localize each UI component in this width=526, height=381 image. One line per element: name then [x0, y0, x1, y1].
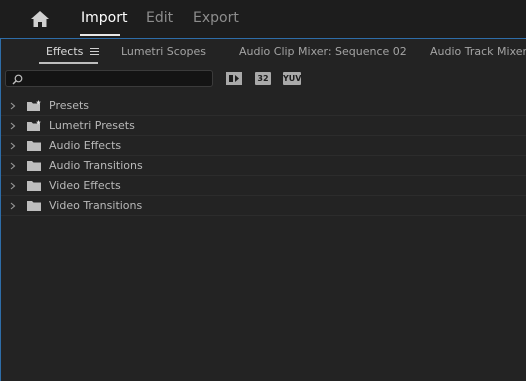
nav-edit[interactable]: Edit	[146, 10, 173, 26]
folder-icon	[27, 201, 41, 211]
tab-audio-clip-mixer[interactable]: Audio Clip Mixer: Sequence 02	[239, 45, 407, 58]
search-input[interactable]	[26, 71, 210, 86]
tree-item-lumetri-presets[interactable]: Lumetri Presets	[1, 116, 526, 136]
chevron-right-icon[interactable]	[10, 162, 16, 170]
top-navigation-bar: Import Edit Export	[0, 0, 526, 38]
effects-toolbar: 32 YUV	[0, 67, 526, 95]
tree-item-label: Video Transitions	[49, 199, 143, 212]
tree-item-video-effects[interactable]: Video Effects	[1, 176, 526, 196]
chevron-right-icon[interactable]	[10, 102, 16, 110]
nav-export[interactable]: Export	[193, 10, 239, 26]
tree-item-video-transitions[interactable]: Video Transitions	[1, 196, 526, 216]
hamburger-menu-icon[interactable]	[90, 48, 99, 56]
home-icon[interactable]	[29, 9, 51, 29]
folder-icon	[27, 161, 41, 171]
tree-item-label: Audio Transitions	[49, 159, 143, 172]
effects-panel: Effects Lumetri Scopes Audio Clip Mixer:…	[0, 38, 526, 381]
nav-import[interactable]: Import	[81, 10, 127, 26]
tree-item-presets[interactable]: Presets	[1, 96, 526, 116]
tree-item-audio-transitions[interactable]: Audio Transitions	[1, 156, 526, 176]
search-box[interactable]	[5, 70, 213, 87]
chevron-right-icon[interactable]	[10, 142, 16, 150]
active-nav-indicator	[80, 34, 120, 36]
effects-tree: Presets Lumetri Presets Audio Effects Au…	[1, 96, 526, 216]
tab-audio-track-mixer[interactable]: Audio Track Mixer:	[430, 45, 526, 58]
chevron-right-icon[interactable]	[10, 182, 16, 190]
tab-lumetri-scopes[interactable]: Lumetri Scopes	[121, 45, 206, 58]
preset-folder-icon	[27, 100, 41, 111]
folder-icon	[27, 141, 41, 151]
32-bit-color-icon[interactable]: 32	[255, 72, 271, 85]
search-icon	[12, 74, 23, 85]
folder-icon	[27, 181, 41, 191]
tree-item-label: Lumetri Presets	[49, 119, 135, 132]
tree-item-label: Audio Effects	[49, 139, 122, 152]
chevron-right-icon[interactable]	[10, 202, 16, 210]
yuv-effects-icon[interactable]: YUV	[283, 72, 301, 85]
tab-effects[interactable]: Effects	[46, 45, 83, 58]
active-tab-indicator	[39, 62, 98, 64]
tree-item-label: Presets	[49, 99, 90, 112]
tree-item-audio-effects[interactable]: Audio Effects	[1, 136, 526, 156]
tree-item-label: Video Effects	[49, 179, 121, 192]
accelerated-effects-icon[interactable]	[226, 72, 242, 85]
chevron-right-icon[interactable]	[10, 122, 16, 130]
panel-tab-bar: Effects Lumetri Scopes Audio Clip Mixer:…	[0, 39, 526, 65]
preset-folder-icon	[27, 120, 41, 131]
